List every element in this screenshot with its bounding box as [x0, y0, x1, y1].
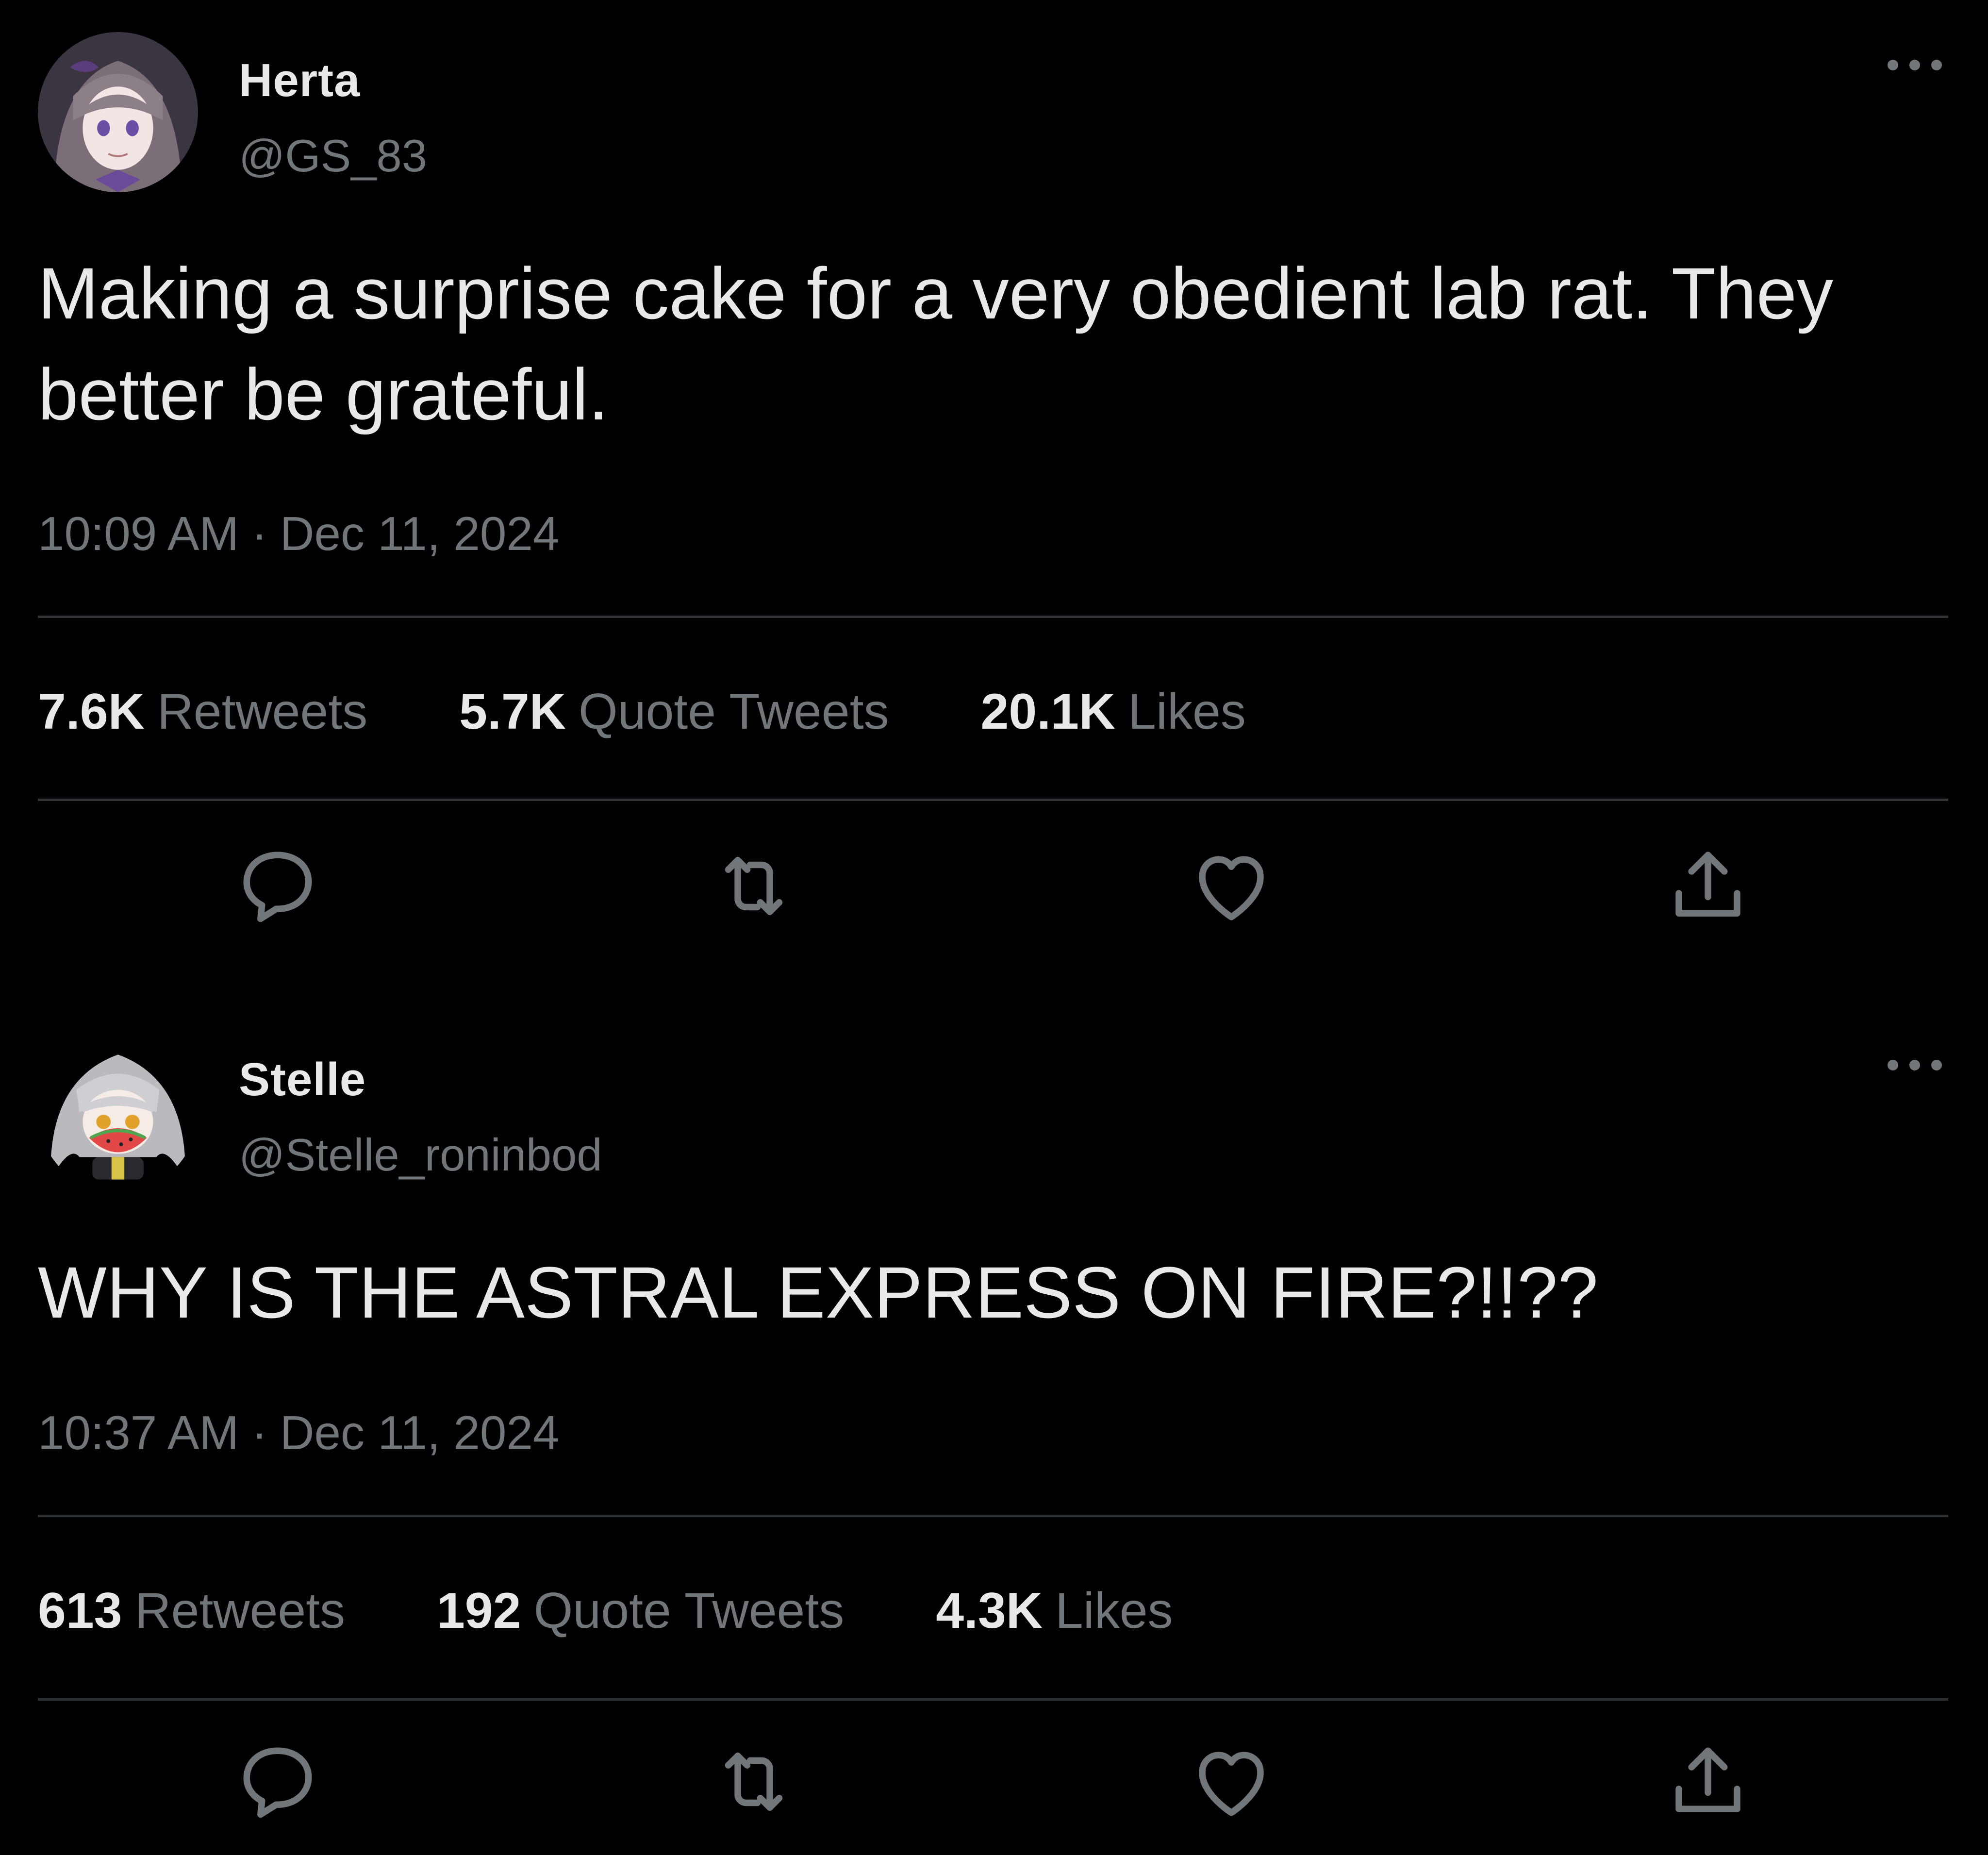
- tweet-text: Making a surprise cake for a very obedie…: [38, 252, 1834, 435]
- user-handle[interactable]: @Stelle_roninbod: [239, 1132, 602, 1178]
- engagement-stats: 613 Retweets 192 Quote Tweets 4.3K Likes: [38, 1586, 1251, 1636]
- user-handle[interactable]: @GS_83: [239, 133, 427, 179]
- reply-icon[interactable]: [234, 1738, 321, 1825]
- divider: [38, 799, 1948, 801]
- quote-tweets-label: Quote Tweets: [578, 684, 889, 740]
- display-name[interactable]: Herta: [239, 57, 360, 104]
- divider: [38, 1698, 1948, 1701]
- more-options-icon[interactable]: [1883, 1051, 1946, 1080]
- quote-tweets-label: Quote Tweets: [533, 1583, 845, 1639]
- reply-icon[interactable]: [234, 842, 321, 930]
- share-icon[interactable]: [1664, 842, 1752, 930]
- like-icon[interactable]: [1188, 1738, 1275, 1825]
- tweet-time: 10:37 AM: [38, 1406, 239, 1459]
- likes-stat[interactable]: 20.1K Likes: [981, 686, 1246, 737]
- tweet-time: 10:09 AM: [38, 507, 239, 560]
- tweet-timestamp[interactable]: 10:37 AM · Dec 11, 2024: [38, 1409, 559, 1456]
- action-bar: [0, 1738, 1988, 1825]
- like-icon[interactable]: [1188, 842, 1275, 930]
- tweet-date: Dec 11, 2024: [280, 1406, 560, 1459]
- retweets-label: Retweets: [134, 1583, 346, 1639]
- retweet-icon[interactable]: [710, 842, 797, 930]
- share-icon[interactable]: [1664, 1738, 1752, 1825]
- quote-tweets-stat[interactable]: 192 Quote Tweets: [437, 1586, 844, 1636]
- retweet-icon[interactable]: [710, 1738, 797, 1825]
- display-name[interactable]: Stelle: [239, 1056, 366, 1103]
- retweets-label: Retweets: [157, 684, 368, 740]
- retweets-stat[interactable]: 613 Retweets: [38, 1586, 345, 1636]
- likes-stat[interactable]: 4.3K Likes: [936, 1586, 1173, 1636]
- divider: [38, 616, 1948, 618]
- retweets-count: 7.6K: [38, 684, 145, 740]
- retweets-stat[interactable]: 7.6K Retweets: [38, 686, 367, 737]
- quote-tweets-count: 192: [436, 1583, 521, 1639]
- likes-label: Likes: [1055, 1583, 1173, 1639]
- tweet-text: WHY IS THE ASTRAL EXPRESS ON FIRE?!!??: [38, 1252, 1598, 1333]
- quote-tweets-stat[interactable]: 5.7K Quote Tweets: [459, 686, 889, 737]
- timestamp-separator: ·: [251, 507, 267, 560]
- engagement-stats: 7.6K Retweets 5.7K Quote Tweets 20.1K Likes: [38, 686, 1324, 737]
- action-bar: [0, 842, 1988, 930]
- quote-tweets-count: 5.7K: [459, 684, 566, 740]
- more-options-icon[interactable]: [1883, 50, 1946, 80]
- tweet-date: Dec 11, 2024: [280, 507, 560, 560]
- stelle-avatar[interactable]: [38, 1032, 198, 1192]
- tweet-timestamp[interactable]: 10:09 AM · Dec 11, 2024: [38, 510, 559, 557]
- divider: [38, 1515, 1948, 1517]
- retweets-count: 613: [38, 1583, 122, 1639]
- likes-label: Likes: [1128, 684, 1246, 740]
- likes-count: 4.3K: [936, 1583, 1043, 1639]
- herta-avatar[interactable]: [38, 32, 198, 192]
- likes-count: 20.1K: [980, 684, 1116, 740]
- timestamp-separator: ·: [251, 1406, 267, 1459]
